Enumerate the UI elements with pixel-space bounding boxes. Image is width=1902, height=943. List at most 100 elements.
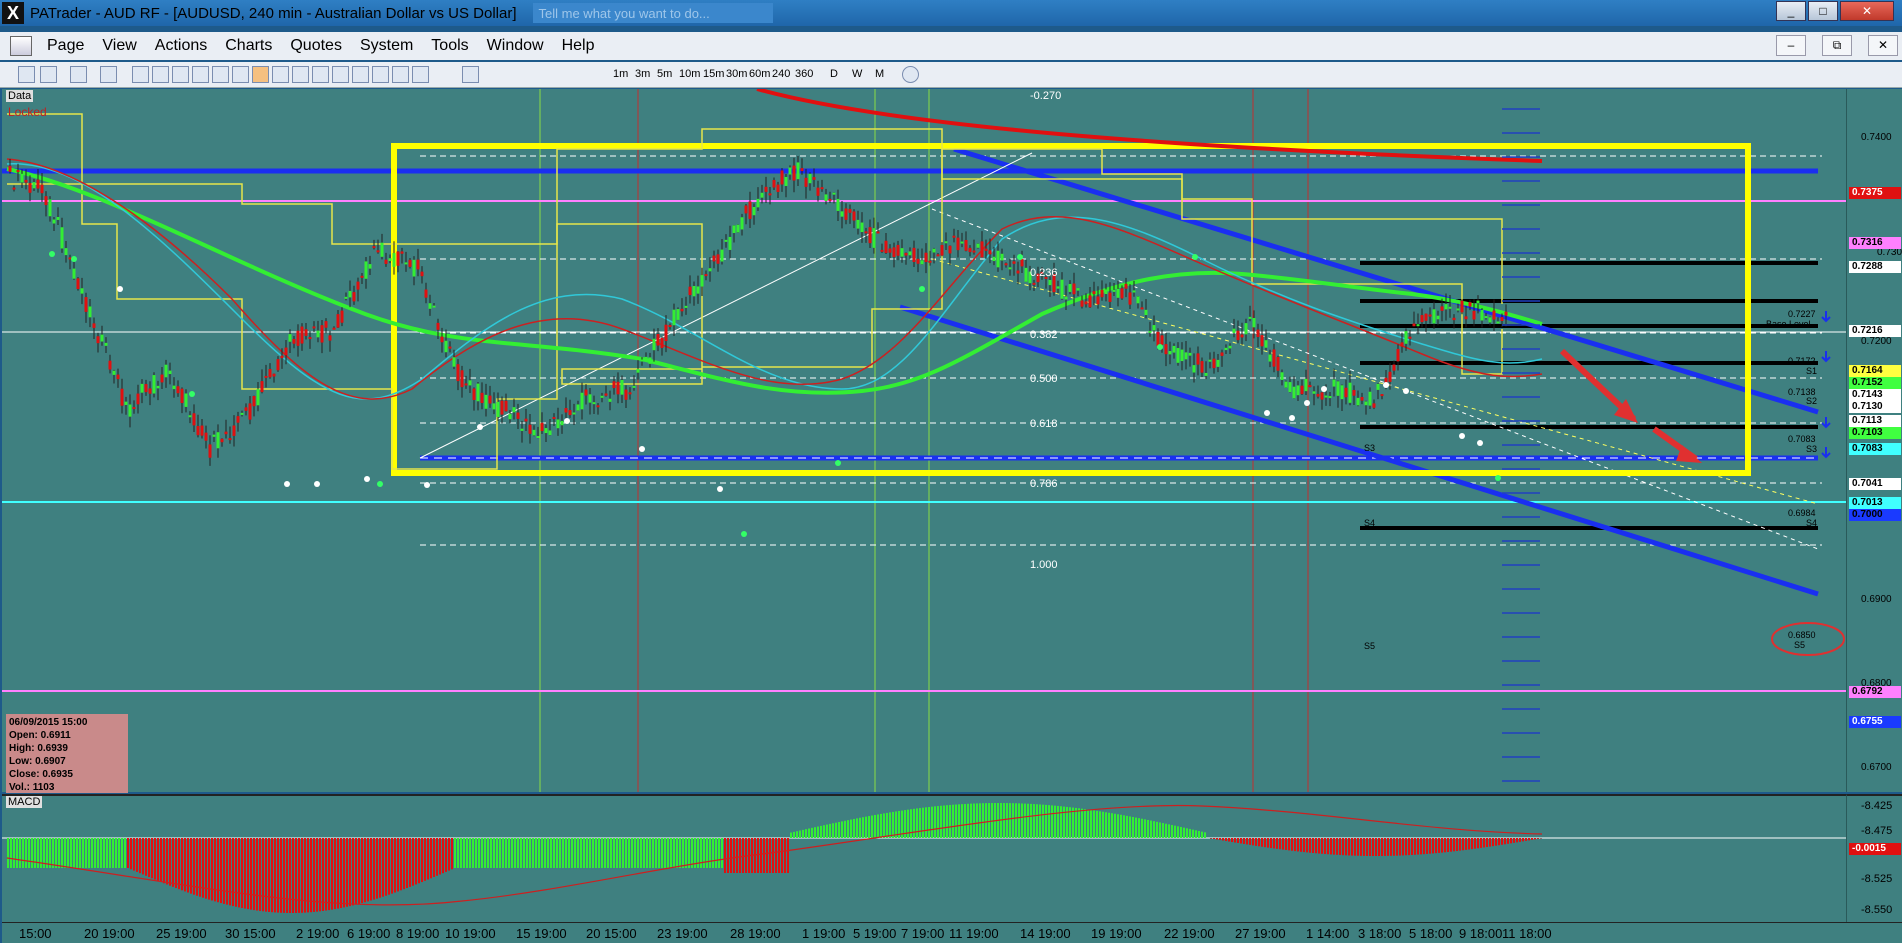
price-chart[interactable] [2,87,1846,792]
candle-body [1320,392,1324,400]
pitchfork-tool-icon[interactable] [352,66,369,83]
menu-page[interactable]: Page [38,37,93,55]
macd-bar [121,838,123,868]
macd-bar [670,838,672,868]
trendline-tool-icon[interactable] [192,66,209,83]
macd-bar [1225,838,1227,842]
macd-bar [1018,803,1020,838]
menu-actions[interactable]: Actions [146,37,216,55]
timeframe-m[interactable]: M [875,68,884,80]
drawing-toolbar: 1m 3m 5m 10m 15m 30m 60m 240 360 D W M [0,62,1902,88]
timeframe-1m[interactable]: 1m [613,68,628,80]
fib-label-0618: 0.618 [1030,418,1058,430]
macd-bar [343,838,345,908]
macd-bar [577,838,579,868]
mdi-minimize-button[interactable]: – [1776,35,1806,56]
macd-bar [532,838,534,868]
candle-body [92,323,96,328]
timeframe-d[interactable]: D [830,68,838,80]
candle-body [532,429,536,436]
price-axis[interactable]: 0.7400 0.7300 0.7200 0.6900 0.6800 0.670… [1846,89,1902,792]
candle-body [1224,347,1228,351]
macd-bar [1417,838,1419,855]
channel-mid-line [931,208,1819,550]
ohlc-high: High: 0.6939 [9,743,68,754]
macd-bar [742,838,744,873]
candle-body [1312,391,1316,394]
macd-bar [316,838,318,912]
menu-view[interactable]: View [93,37,145,55]
close-window-button[interactable]: ✕ [1840,1,1894,21]
timeframe-60m[interactable]: 60m [749,68,770,80]
timeframe-15m[interactable]: 15m [703,68,724,80]
fib-fan-tool-icon[interactable] [272,66,289,83]
macd-bar [1525,838,1527,841]
candle-body [156,385,160,389]
macd-bar [226,838,228,905]
macd-bar [1465,838,1467,850]
timeframe-240[interactable]: 240 [772,68,790,80]
signal-dot-green [1017,254,1023,260]
menu-tools[interactable]: Tools [422,37,477,55]
clock-icon[interactable] [902,66,919,83]
minimize-window-button[interactable]: _ [1776,1,1806,21]
menu-charts[interactable]: Charts [216,37,281,55]
candle-body [692,285,696,297]
timeframe-360[interactable]: 360 [795,68,813,80]
macd-bar [1156,821,1158,838]
fib-retracement-tool-icon[interactable] [292,66,309,83]
fib-label-0786: 0.786 [1030,478,1058,490]
macd-bar [487,838,489,868]
signal-dot-white [564,418,570,424]
maximize-window-button[interactable]: □ [1808,1,1838,21]
timeframe-30m[interactable]: 30m [726,68,747,80]
erase-tool-icon[interactable] [372,66,389,83]
tell-me-search-input[interactable]: Tell me what you want to do... [532,3,773,23]
timeframe-5m[interactable]: 5m [657,68,672,80]
macd-panel[interactable] [2,794,1846,922]
mdi-close-button[interactable]: ✕ [1868,35,1898,56]
candle-body [452,357,456,367]
ray-tool-icon[interactable] [212,66,229,83]
menu-system[interactable]: System [351,37,422,55]
arrows-tool-icon[interactable] [18,66,35,83]
candle-body [12,187,16,190]
rectangle-tool-icon[interactable] [252,66,269,83]
candle-body [628,392,632,395]
menu-window[interactable]: Window [478,37,553,55]
macd-bar [1492,838,1494,847]
macd-bar [1366,838,1368,856]
macd-bar [544,838,546,868]
macd-bar [817,826,819,838]
candle-body [124,401,128,405]
macd-bar [1360,838,1362,856]
mdi-restore-button[interactable]: ⧉ [1822,35,1852,56]
cycle-tool-icon[interactable] [392,66,409,83]
pen-tool-icon[interactable] [412,66,429,83]
time-axis: 15:00 20 19:00 25 19:00 30 15:00 2 19:00… [2,922,1902,943]
candle-body [192,413,196,426]
candle-body [1268,354,1272,362]
vline-tool-icon[interactable] [172,66,189,83]
candle-body [1084,301,1088,305]
app-logo-icon: X [2,2,24,24]
candle-body [680,308,684,312]
macd-bar [502,838,504,868]
gann-tool-icon[interactable] [332,66,349,83]
menu-help[interactable]: Help [553,37,604,55]
menu-quotes[interactable]: Quotes [281,37,351,55]
timeframe-w[interactable]: W [852,68,862,80]
candle-body [752,207,756,216]
text-tool-icon[interactable] [312,66,329,83]
crosshair-tool-icon[interactable] [100,66,117,83]
channel-tool-icon[interactable] [232,66,249,83]
indicator-tool-icon[interactable] [70,66,87,83]
candle-body [1424,313,1428,321]
cursor-tool-icon[interactable] [132,66,149,83]
pencil-tool-icon[interactable] [462,66,479,83]
chart-document-icon[interactable] [10,36,32,56]
hline-tool-icon[interactable] [152,66,169,83]
timeframe-10m[interactable]: 10m [679,68,700,80]
timeframe-3m[interactable]: 3m [635,68,650,80]
arrows-alt-tool-icon[interactable] [40,66,57,83]
